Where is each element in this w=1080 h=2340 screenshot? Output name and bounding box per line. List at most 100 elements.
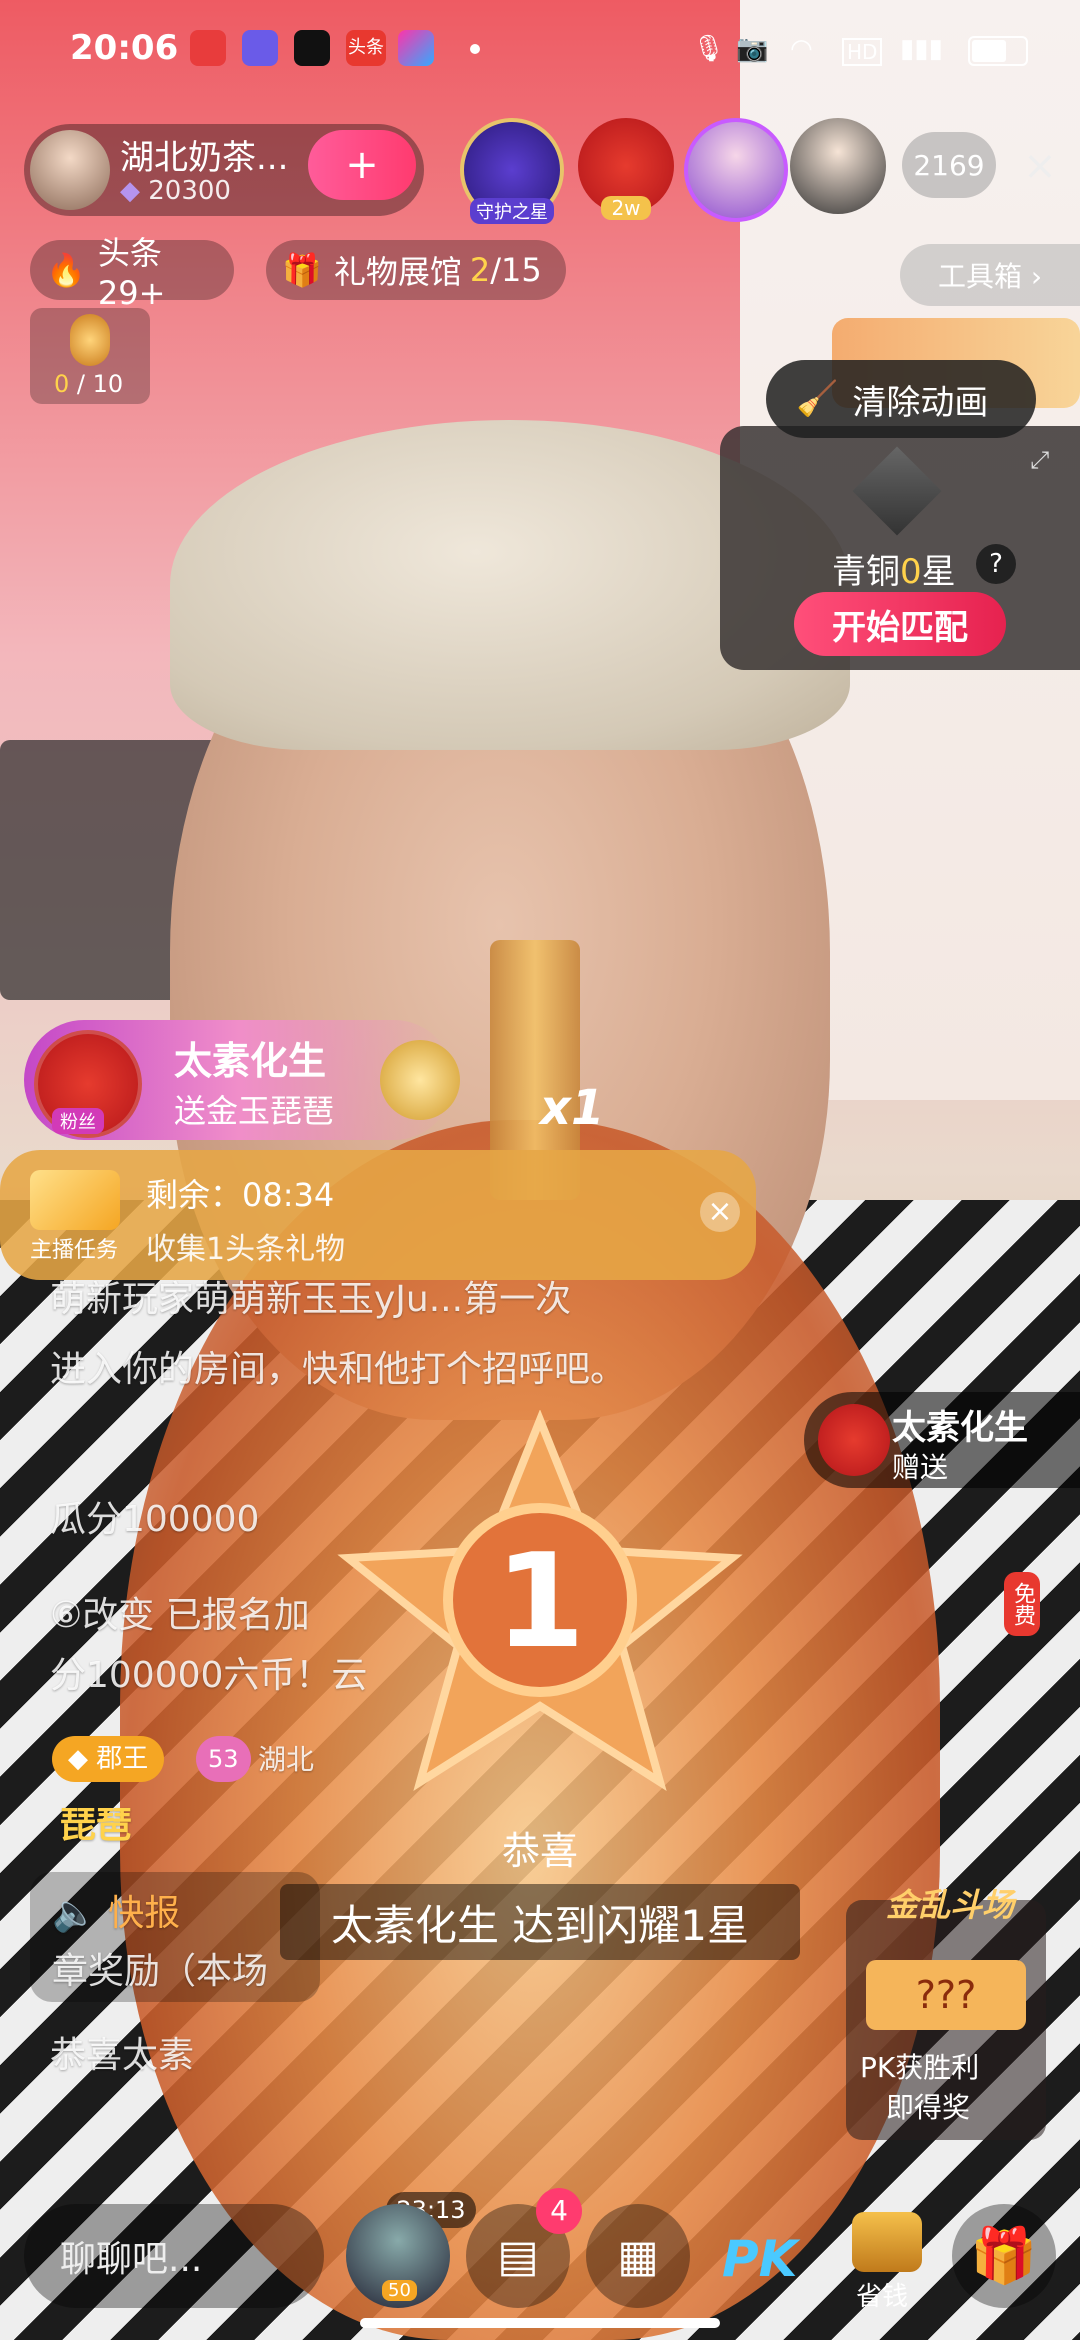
rank-label: 青铜 — [832, 552, 900, 592]
speaker-icon: 🔈 — [52, 1893, 109, 1934]
save-money-label: 省钱 — [856, 2282, 909, 2312]
gift-progress[interactable]: 0 / 10 — [30, 308, 150, 404]
chat-line: 进入你的房间，快和他打个招呼吧。 — [50, 1349, 627, 1390]
gift-progress-text: 0 / 10 — [54, 370, 123, 398]
guardian-star-badge[interactable]: 守护之星 — [460, 118, 564, 224]
side-gift-action: 赠送 — [892, 1451, 949, 1484]
mixed-battle-line1: PK获胜利 — [860, 2051, 980, 2084]
user-avatar-button[interactable]: 50 — [346, 2204, 450, 2308]
fan-badge[interactable]: 粉丝 — [34, 1030, 142, 1138]
rank-text: 青铜0星 — [832, 544, 956, 593]
gourd-icon — [70, 314, 110, 366]
task-chest-icon — [30, 1170, 120, 1230]
notification-dot-icon — [470, 44, 480, 54]
home-indicator[interactable] — [360, 2318, 720, 2328]
gift-progress-total: / 10 — [69, 370, 124, 398]
task-badge: 主播任务 — [30, 1238, 119, 1263]
signal-icon: ▮▮▮ — [900, 34, 943, 64]
mystery-box-icon: ??? — [866, 1960, 1026, 2030]
chat-line: ⑥改变 已报名加 — [50, 1595, 310, 1636]
chat-line: 分100000六币！云 — [50, 1655, 368, 1696]
close-icon[interactable]: × — [1014, 140, 1066, 192]
mixed-battle-card[interactable]: 金乱斗场 ??? PK获胜利 即得奖 — [846, 1886, 1046, 2140]
news-flash-desc: 章奖励（本场 — [52, 1951, 269, 1992]
news-flash-card[interactable]: 🔈 快报 章奖励（本场 — [30, 1872, 320, 2002]
treasure-chest-icon — [852, 2212, 922, 2272]
level-badge: 53 — [196, 1736, 251, 1782]
news-flash-line: 🔈 快报 — [52, 1884, 180, 1936]
chat-input[interactable]: 聊聊吧... — [24, 2204, 324, 2308]
task-desc: 收集1头条礼物 — [146, 1232, 346, 1267]
gift-hall-current: 2 — [469, 251, 491, 289]
status-bar: 20:06 头条 🎙 📷 ◠ HD ▮▮▮ — [0, 0, 1080, 100]
mic-icon: 🎙 — [692, 34, 726, 64]
top-viewer-avatar-1[interactable] — [684, 118, 788, 222]
app-purple-icon — [242, 30, 278, 66]
viewer-count[interactable]: 2169 — [902, 132, 996, 198]
gift-multiplier: x1 — [540, 1080, 605, 1136]
star-number: 1 — [495, 1525, 585, 1677]
gift-icon: 🎁 — [970, 2224, 1038, 2287]
new-year-badge[interactable]: 2w — [578, 118, 674, 220]
help-icon[interactable]: ? — [976, 544, 1016, 584]
headline-button[interactable]: 🔥 头条29+ — [30, 234, 234, 312]
pk-button[interactable]: PK — [722, 2230, 797, 2288]
clear-animation-button[interactable]: 🧹 清除动画 — [766, 360, 1036, 438]
save-money-button[interactable]: 省钱 — [842, 2212, 932, 2322]
start-match-button[interactable]: 开始匹配 — [794, 592, 1006, 656]
anchor-task-card[interactable]: 主播任务 剩余：08:34 收集1头条礼物 × — [0, 1150, 756, 1280]
battery-icon — [968, 36, 1028, 66]
bronze-rank-icon — [852, 446, 942, 536]
achievement-banner: 太素化生 达到闪耀1星 — [280, 1884, 800, 1960]
top-viewer-avatar-2[interactable] — [790, 118, 886, 214]
gift-action: 送金玉琵琶 — [174, 1092, 335, 1130]
host-avatar[interactable] — [30, 130, 110, 210]
app-colorful-icon — [398, 30, 434, 66]
host-score: ◆ 20300 — [120, 176, 231, 206]
host-name: 湖北奶茶... — [120, 138, 289, 178]
host-score-value: 20300 — [148, 176, 231, 206]
star-level-badge: 1 — [337, 1410, 743, 1791]
message-icon: ▤ — [497, 2230, 539, 2282]
broom-icon: 🧹 — [796, 379, 839, 419]
avatar-level: 50 — [382, 2280, 417, 2301]
new-year-count: 2w — [601, 196, 651, 220]
status-time: 20:06 — [70, 28, 179, 68]
side-gift-sender: 太素化生 — [892, 1408, 1028, 1448]
title-badge: ◆ 郡王 — [52, 1736, 165, 1782]
gift-sender: 太素化生 — [174, 1039, 327, 1083]
congrats-label: 恭喜 — [501, 1829, 578, 1873]
toolbox-button[interactable]: 工具箱 › — [900, 244, 1080, 306]
pipa-gift-icon — [380, 1040, 460, 1120]
title-badge-label: 郡王 — [96, 1744, 149, 1774]
side-gift-avatar — [818, 1404, 890, 1476]
task-remaining: 剩余：08:34 — [146, 1176, 335, 1214]
message-count-badge: 4 — [536, 2188, 582, 2234]
mixed-battle-line2: 即得奖 — [886, 2091, 971, 2124]
gift-progress-current: 0 — [54, 370, 70, 398]
wifi-icon: ◠ — [790, 34, 813, 64]
news-flash-title: 快报 — [108, 1893, 181, 1934]
toutiao-icon: 头条 — [346, 30, 386, 66]
task-close-icon[interactable]: × — [700, 1192, 740, 1232]
crown-icon: ◆ — [68, 1744, 97, 1774]
gift-hall-label: 礼物展馆 — [333, 253, 462, 291]
free-badge[interactable]: 免费 — [1004, 1572, 1040, 1636]
follow-button[interactable]: + — [308, 130, 416, 200]
gift-hall-total: /15 — [490, 251, 542, 289]
fire-icon: 🔥 — [46, 251, 86, 289]
more-apps-button[interactable]: ▦ — [586, 2204, 690, 2308]
mixed-battle-title: 金乱斗场 — [886, 1886, 1015, 1924]
gift-hall-button[interactable]: 🎁 礼物展馆 2 /15 — [266, 240, 566, 300]
gift-box-icon: 🎁 — [282, 251, 322, 289]
expand-icon[interactable]: ⤢ — [1030, 446, 1049, 474]
heart-plus-icon: + — [345, 142, 379, 188]
gift-button[interactable]: 🎁 — [952, 2204, 1056, 2308]
hd-icon: HD — [842, 38, 883, 66]
rank-unit: 星 — [921, 552, 956, 592]
tiktok-icon — [294, 30, 330, 66]
rank-value: 0 — [900, 552, 922, 592]
side-gift-notice: 太素化生 赠送 — [804, 1392, 1080, 1488]
chat-line: 瓜分100000 — [50, 1499, 260, 1540]
guardian-star-label: 守护之星 — [470, 198, 554, 224]
